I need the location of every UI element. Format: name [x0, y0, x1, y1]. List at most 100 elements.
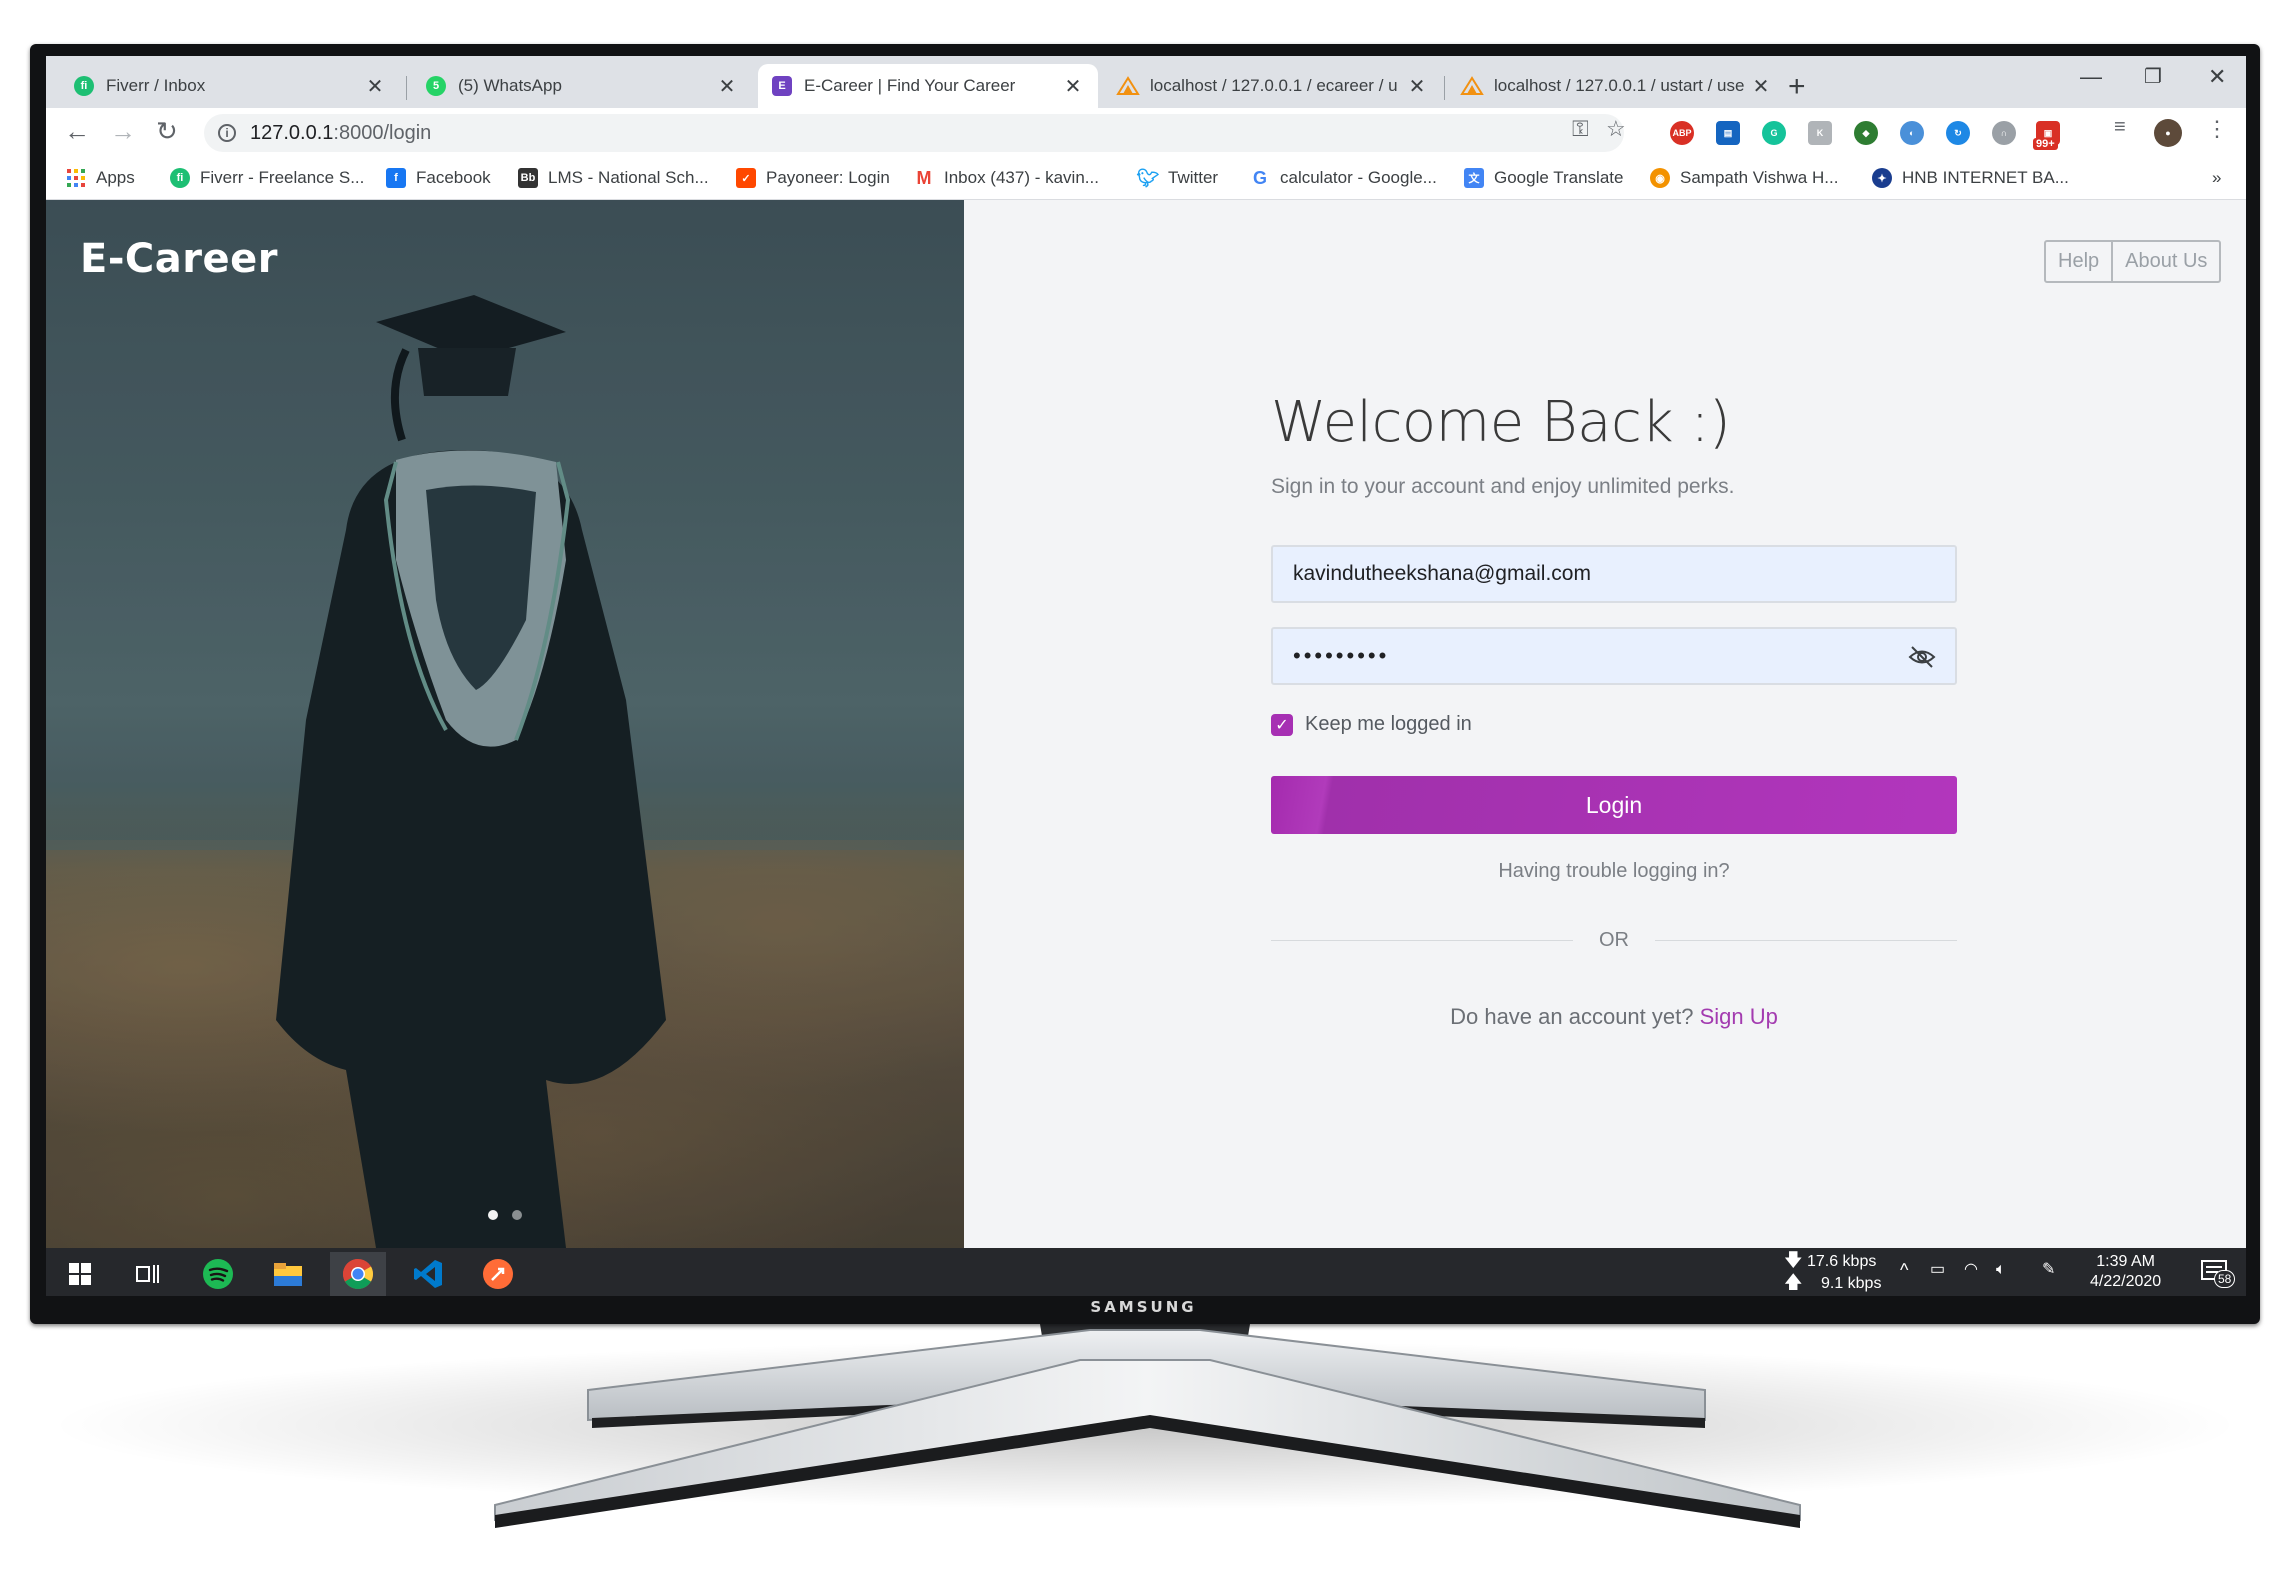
- vscode-icon: [414, 1260, 442, 1288]
- bookmark-sampath[interactable]: ◉ Sampath Vishwa H...: [1650, 168, 1838, 188]
- spotify-taskbar-button[interactable]: [190, 1252, 246, 1296]
- avatar[interactable]: ●: [2154, 119, 2182, 147]
- remember-checkbox[interactable]: ✓: [1271, 713, 1293, 736]
- bookmark-translate[interactable]: 文 Google Translate: [1464, 168, 1623, 188]
- net-down-text: 17.6 kbps: [1806, 1253, 1877, 1270]
- chevron-up-icon[interactable]: ^: [1900, 1260, 1908, 1280]
- action-center-button[interactable]: 58: [2200, 1258, 2236, 1294]
- about-us-link[interactable]: About Us: [2111, 242, 2219, 281]
- media-icon[interactable]: ≡: [2114, 116, 2126, 139]
- help-link[interactable]: Help: [2046, 242, 2111, 281]
- or-divider: OR: [1271, 929, 1957, 952]
- bookmark-calculator[interactable]: G calculator - Google...: [1250, 168, 1437, 188]
- tab-whatsapp[interactable]: 5 (5) WhatsApp ✕: [412, 64, 752, 108]
- lms-icon: Bb: [518, 168, 538, 188]
- tab-phpmyadmin-ustart[interactable]: localhost / 127.0.0.1 / ustart / use ✕: [1446, 64, 1786, 108]
- extension-icon[interactable]: ▤: [1716, 121, 1740, 145]
- carousel-dots: [488, 1210, 522, 1220]
- adblock-icon[interactable]: ABP: [1670, 121, 1694, 145]
- email-field[interactable]: kavindutheekshana@gmail.com: [1271, 545, 1957, 603]
- phpmyadmin-icon: [1116, 76, 1140, 95]
- eye-off-icon[interactable]: [1907, 644, 1937, 670]
- bookmark-label: Fiverr - Freelance S...: [200, 168, 365, 187]
- address-bar[interactable]: i 127.0.0.1:8000/login: [204, 114, 1624, 152]
- file-explorer-button[interactable]: [260, 1252, 316, 1296]
- back-button[interactable]: ←: [64, 116, 90, 147]
- forward-button[interactable]: →: [110, 116, 136, 147]
- tab-phpmyadmin-ecareer[interactable]: localhost / 127.0.0.1 / ecareer / u ✕: [1102, 64, 1442, 108]
- remember-me[interactable]: ✓ Keep me logged in: [1271, 713, 1957, 736]
- bookmark-twitter[interactable]: 🐦︎ Twitter: [1137, 168, 1219, 188]
- notification-count: 58: [2214, 1270, 2236, 1288]
- bookmark-hnb[interactable]: ✦ HNB INTERNET BA...: [1872, 168, 2069, 188]
- postman-taskbar-button[interactable]: [470, 1252, 526, 1296]
- star-icon[interactable]: ☆: [1606, 116, 1626, 142]
- task-view-button[interactable]: [120, 1252, 176, 1296]
- site-info-icon[interactable]: i: [218, 124, 236, 142]
- grammarly-icon[interactable]: G: [1762, 121, 1786, 145]
- clock[interactable]: 1:39 AM 4/22/2020: [2090, 1252, 2161, 1292]
- extension-icon[interactable]: ◆: [1854, 121, 1878, 145]
- fiverr-icon: fi: [170, 168, 190, 188]
- battery-icon[interactable]: ▭: [1930, 1260, 1945, 1280]
- bookmark-label: HNB INTERNET BA...: [1902, 168, 2069, 187]
- close-window-button[interactable]: ✕: [2208, 64, 2226, 90]
- tab-ecareer[interactable]: E E-Career | Find Your Career ✕: [758, 64, 1098, 108]
- signup-prompt: Do have an account yet?: [1450, 1004, 1694, 1029]
- reload-button[interactable]: ↻: [156, 116, 178, 147]
- tab-strip: fi Fiverr / Inbox ✕ 5 (5) WhatsApp ✕ E E…: [46, 56, 2246, 108]
- bookmark-label: Google Translate: [1494, 168, 1624, 187]
- signup-link[interactable]: Sign Up: [1700, 1004, 1778, 1029]
- vscode-taskbar-button[interactable]: [400, 1252, 456, 1296]
- pen-icon[interactable]: ✎: [2042, 1260, 2055, 1280]
- wifi-icon[interactable]: ◠: [1964, 1260, 1978, 1280]
- login-button[interactable]: Login: [1271, 776, 1957, 834]
- clock-date: 4/22/2020: [2090, 1273, 2162, 1290]
- minimize-button[interactable]: —: [2080, 64, 2102, 90]
- close-icon[interactable]: ✕: [1062, 74, 1084, 99]
- google-icon: G: [1252, 167, 1267, 188]
- bookmark-payoneer[interactable]: ✓ Payoneer: Login: [736, 168, 890, 188]
- signup-row: Do have an account yet? Sign Up: [1271, 1004, 1957, 1030]
- login-form: Welcome Back :) Sign in to your account …: [1271, 390, 1957, 1030]
- start-button[interactable]: [52, 1252, 108, 1296]
- tab-separator: [1444, 76, 1445, 100]
- close-icon[interactable]: ✕: [1406, 74, 1428, 99]
- volume-icon[interactable]: 🔈︎: [1996, 1260, 2006, 1280]
- carousel-dot[interactable]: [512, 1210, 522, 1220]
- new-tab-button[interactable]: +: [1788, 70, 1806, 104]
- carousel-dot[interactable]: [488, 1210, 498, 1220]
- password-field[interactable]: •••••••••: [1271, 627, 1957, 685]
- bookmark-lms[interactable]: Bb LMS - National Sch...: [518, 168, 709, 188]
- extension-icon[interactable]: K: [1808, 121, 1832, 145]
- menu-icon[interactable]: ⋮: [2206, 116, 2228, 142]
- trouble-link[interactable]: Having trouble logging in?: [1271, 860, 1957, 883]
- extension-icon[interactable]: ∩: [1992, 121, 2016, 145]
- chrome-taskbar-button[interactable]: [330, 1252, 386, 1296]
- browser-toolbar: ← → ↻ i 127.0.0.1:8000/login ⚿ ☆ ABP ▤ G…: [46, 108, 2246, 158]
- restore-button[interactable]: ❐: [2144, 64, 2162, 89]
- extension-icon[interactable]: ↻: [1946, 121, 1970, 145]
- tab-fiverr-inbox[interactable]: fi Fiverr / Inbox ✕: [60, 64, 400, 108]
- page-title: Welcome Back :): [1271, 390, 1731, 455]
- extension-icon[interactable]: ◐: [1900, 121, 1924, 145]
- bookmark-label: Apps: [96, 168, 135, 187]
- bookmark-label: Twitter: [1168, 168, 1219, 187]
- close-icon[interactable]: ✕: [716, 74, 738, 99]
- windows-taskbar: 🡇 17.6 kbps 🡅 9.1 kbps ^ ▭ ◠ 🔈︎ ✎ 1:39 A…: [46, 1248, 2246, 1296]
- hero-image: E-Career: [46, 200, 964, 1248]
- bookmarks-overflow-button[interactable]: »: [2212, 168, 2221, 188]
- bookmark-apps[interactable]: Apps: [66, 168, 135, 188]
- bookmark-label: Payoneer: Login: [766, 168, 890, 187]
- brand-logo[interactable]: E-Career: [80, 236, 278, 282]
- tab-title: localhost / 127.0.0.1 / ecareer / u: [1150, 76, 1398, 95]
- bookmark-label: Inbox (437) - kavin...: [944, 168, 1099, 187]
- spotify-icon: [203, 1259, 233, 1289]
- key-icon[interactable]: ⚿: [1572, 116, 1589, 142]
- close-icon[interactable]: ✕: [1750, 74, 1772, 99]
- bookmark-gmail[interactable]: M Inbox (437) - kavin...: [914, 168, 1099, 188]
- net-up-text: 9.1 kbps: [1820, 1275, 1882, 1292]
- bookmark-facebook[interactable]: f Facebook: [386, 168, 491, 188]
- bookmark-fiverr[interactable]: fi Fiverr - Freelance S...: [170, 168, 364, 188]
- close-icon[interactable]: ✕: [364, 74, 386, 99]
